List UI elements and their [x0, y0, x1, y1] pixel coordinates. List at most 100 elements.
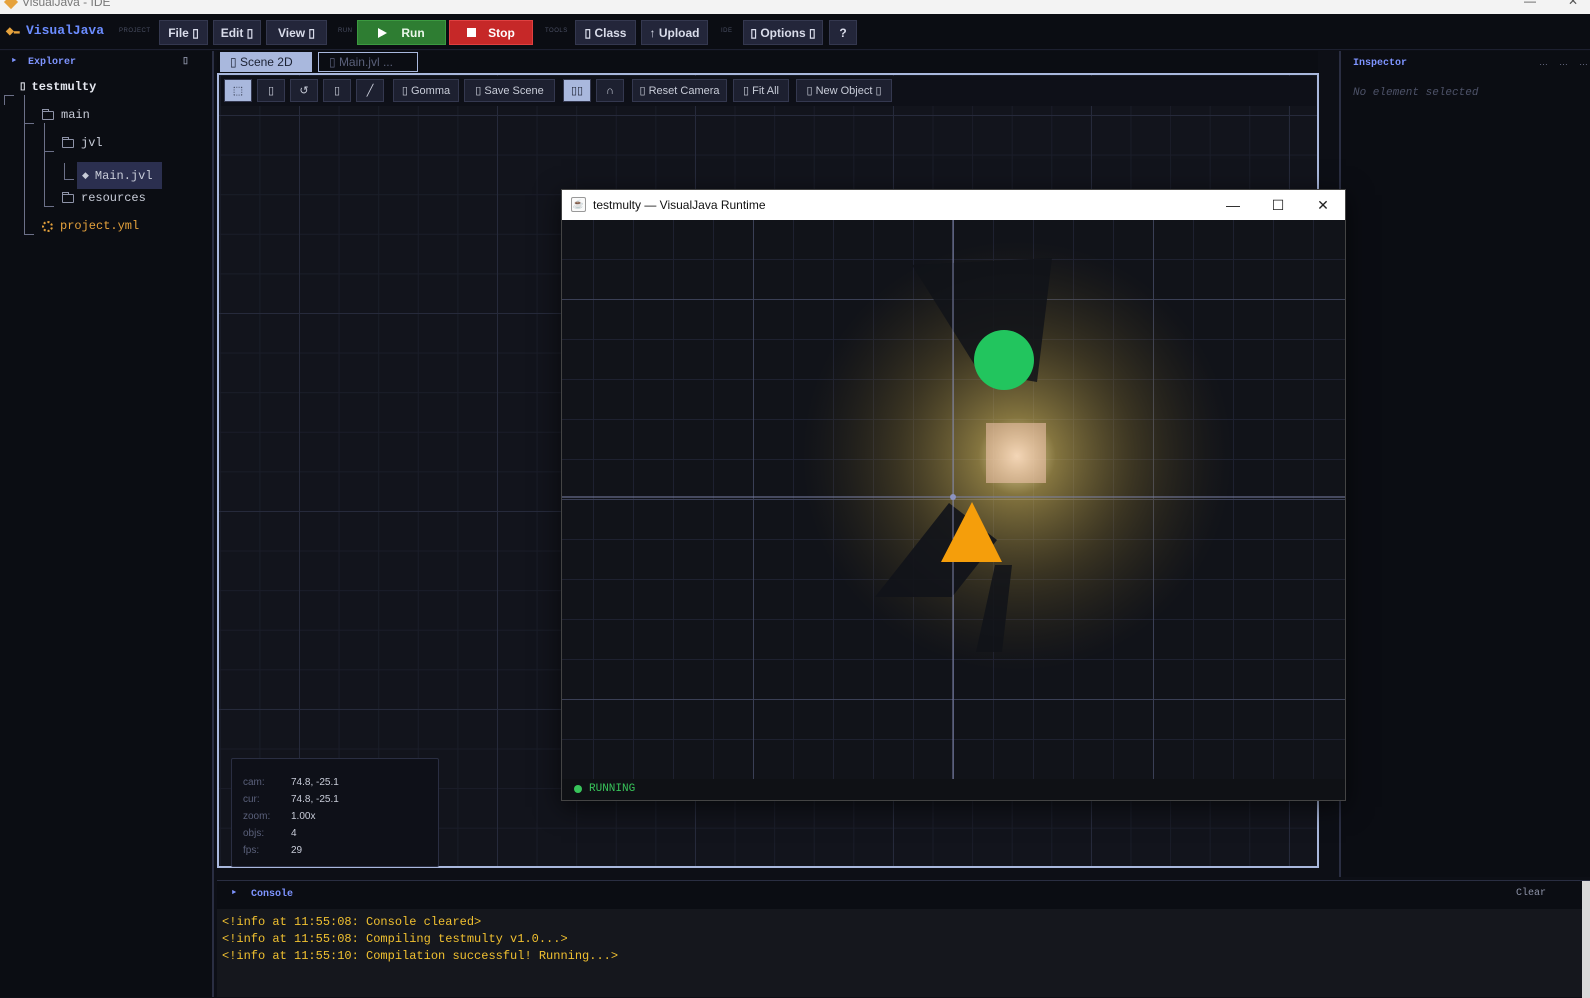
minimize-icon[interactable]: —: [1524, 0, 1536, 8]
maximize-icon[interactable]: ☐: [1267, 194, 1289, 216]
green-circle-object[interactable]: [974, 330, 1034, 390]
console-panel: ► Console Clear <!info at 11:55:08: Cons…: [217, 880, 1590, 998]
collapse-arrow-icon[interactable]: ►: [232, 889, 236, 897]
brand-icon: ◆▬: [6, 27, 20, 38]
tree-item-main[interactable]: main: [42, 108, 90, 122]
hud-cur-label: cur:: [243, 794, 260, 805]
tab-scene-2d[interactable]: ▯ Scene 2D: [220, 52, 312, 72]
hud-zoom-value: 1.00x: [291, 811, 316, 822]
reset-camera-button[interactable]: ▯ Reset Camera: [632, 79, 727, 102]
hud-objs-label: objs:: [243, 828, 265, 839]
tree-item-resources-label: resources: [81, 191, 146, 205]
console-title: Console: [251, 889, 294, 900]
upload-button[interactable]: ↑ Upload: [641, 20, 708, 45]
hud-fps-label: fps:: [243, 845, 260, 856]
stop-label: Stop: [488, 25, 515, 40]
save-scene-button[interactable]: ▯ Save Scene: [464, 79, 555, 102]
tree-item-project-yml[interactable]: project.yml: [42, 219, 139, 233]
tree-line: [24, 123, 34, 124]
scene-toolbar: ⬚ ▯ ↺ ▯ ╱ ▯ Gomma ▯ Save Scene ▯▯ ∩ ▯ Re…: [221, 76, 1316, 106]
hud-cam-value: 74.8, -25.1: [291, 777, 339, 788]
hud-fps-value: 29: [291, 845, 303, 856]
tree-item-main-jvl-label: Main.jvl: [94, 168, 153, 183]
rotate-tool-icon[interactable]: ↺: [290, 79, 318, 102]
console-line: <!info at 11:55:10: Compilation successf…: [222, 949, 619, 963]
run-label: Run: [401, 25, 425, 40]
hud-zoom-label: zoom:: [243, 811, 271, 822]
main-toolbar: ◆▬ VisualJava PROJECT File ▯ Edit ▯ View …: [0, 14, 1590, 50]
runtime-title: testmulty — VisualJava Runtime: [593, 198, 766, 212]
class-button[interactable]: ▯ Class: [575, 20, 636, 45]
app-logo-icon: [3, 0, 19, 10]
tree-item-resources[interactable]: resources: [62, 191, 146, 205]
editor-tabs: ▯ Scene 2D ▯ Main.jvl ...: [217, 51, 1318, 73]
hud-cur-value: 74.8, -25.1: [291, 794, 339, 805]
status-dot-icon: [574, 785, 582, 793]
edit-menu-button[interactable]: Edit ▯: [213, 20, 261, 45]
options-button[interactable]: ▯ Options ▯: [743, 20, 823, 45]
stop-icon: [467, 28, 477, 37]
light-square-object[interactable]: [986, 423, 1046, 483]
scale-tool-icon[interactable]: ▯: [323, 79, 351, 102]
console-scrollbar[interactable]: [1582, 881, 1590, 998]
brush-tool-icon[interactable]: ╱: [356, 79, 384, 102]
group-label-run: RUN: [338, 28, 353, 34]
fit-all-button[interactable]: ▯ Fit All: [733, 79, 789, 102]
window-titlebar: VisualJava - IDE — ✕: [0, 0, 1590, 14]
runtime-canvas[interactable]: [562, 220, 1345, 779]
tree-line: [4, 95, 14, 96]
run-button[interactable]: Run: [357, 20, 446, 45]
runtime-titlebar[interactable]: ☕ testmulty — VisualJava Runtime — ☐ ✕: [562, 190, 1345, 220]
minimize-icon[interactable]: —: [1222, 194, 1244, 216]
hud-cam-label: cam:: [243, 777, 265, 788]
gear-icon: [42, 220, 53, 232]
stop-button[interactable]: Stop: [449, 20, 533, 45]
brand: ◆▬ VisualJava: [6, 23, 104, 38]
grid-toggle-icon[interactable]: ▯▯: [563, 79, 591, 102]
group-label-project: PROJECT: [119, 28, 151, 34]
close-icon[interactable]: ✕: [1312, 194, 1334, 216]
project-icon: ▯: [20, 82, 26, 93]
collapse-arrow-icon[interactable]: ►: [12, 57, 16, 65]
tree-line: [64, 163, 65, 180]
inspector-menu-icon[interactable]: …: [1579, 57, 1588, 67]
java-icon: ☕: [571, 197, 586, 212]
close-icon[interactable]: ✕: [1568, 0, 1578, 8]
help-button[interactable]: ?: [829, 20, 857, 45]
inspector-panel: Inspector … … … No element selected: [1339, 51, 1590, 877]
move-tool-icon[interactable]: ▯: [257, 79, 285, 102]
gomma-button[interactable]: ▯ Gomma: [393, 79, 459, 102]
runtime-statusbar: RUNNING: [562, 779, 1345, 800]
inspector-menu-icon[interactable]: …: [1559, 57, 1568, 67]
console-line: <!info at 11:55:08: Compiling testmulty …: [222, 932, 568, 946]
explorer-action-icon[interactable]: ▯: [183, 56, 188, 66]
tree-item-jvl-label: jvl: [81, 136, 103, 150]
group-label-ide: IDE: [721, 28, 733, 34]
tree-root-label: testmulty: [31, 80, 97, 94]
explorer-title: Explorer: [28, 57, 77, 68]
explorer-panel: ► Explorer ▯ ▯ testmulty main jvl ◆ Main.j…: [0, 51, 214, 997]
tree-item-jvl[interactable]: jvl: [62, 136, 103, 150]
tree-line: [44, 123, 45, 207]
view-menu-button[interactable]: View ▯: [266, 20, 327, 45]
tab-main-jvl[interactable]: ▯ Main.jvl ...: [318, 52, 418, 72]
select-tool-icon[interactable]: ⬚: [224, 79, 252, 102]
clear-console-button[interactable]: Clear: [1516, 888, 1546, 899]
tree-root[interactable]: ▯ testmulty: [20, 80, 96, 94]
tree-item-main-jvl[interactable]: ◆ Main.jvl: [77, 162, 162, 189]
hud-objs-value: 4: [291, 828, 297, 839]
inspector-title: Inspector: [1353, 58, 1408, 69]
play-icon: [378, 27, 388, 38]
folder-icon: [62, 136, 74, 148]
runtime-status: RUNNING: [589, 783, 636, 795]
origin-point: [950, 494, 956, 500]
inspector-menu-icon[interactable]: …: [1539, 57, 1548, 67]
tree-line: [44, 151, 54, 152]
new-object-button[interactable]: ▯ New Object ▯: [796, 79, 892, 102]
file-menu-button[interactable]: File ▯: [159, 20, 208, 45]
tree-line: [64, 179, 74, 180]
magnet-snap-icon[interactable]: ∩: [596, 79, 624, 102]
runtime-scene-svg: [562, 220, 1345, 779]
tree-line: [44, 206, 54, 207]
brand-label: VisualJava: [26, 23, 105, 38]
